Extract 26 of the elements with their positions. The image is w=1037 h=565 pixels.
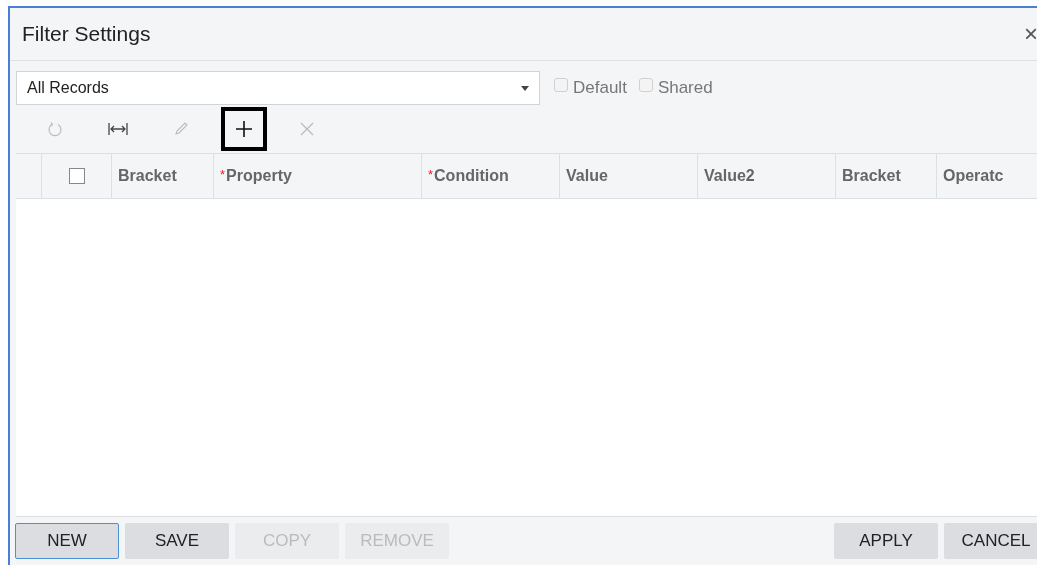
column-header[interactable]: *Condition <box>428 167 509 185</box>
fit-width-icon <box>108 121 128 137</box>
filter-dropdown[interactable]: All Records <box>16 71 540 105</box>
column-header[interactable]: Value2 <box>704 167 755 185</box>
required-mark: * <box>220 167 226 182</box>
checkbox-label: Default <box>573 78 627 98</box>
column-header[interactable]: Operatc <box>943 167 1004 185</box>
column-header[interactable]: Bracket <box>842 167 901 185</box>
footer-button[interactable]: CANCEL <box>944 523 1037 559</box>
required-mark: * <box>428 167 434 182</box>
footer-button[interactable]: SAVE <box>125 523 229 559</box>
pencil-icon <box>173 121 189 137</box>
close-button[interactable]: × <box>1022 20 1037 48</box>
refresh-icon <box>47 121 63 137</box>
checkbox-label: Shared <box>657 78 713 98</box>
column-header[interactable]: *Property <box>220 167 292 185</box>
footer-button[interactable]: NEW <box>15 523 119 559</box>
column-header[interactable]: Value <box>566 167 608 185</box>
window-title: Filter Settings <box>22 22 151 46</box>
close-icon <box>299 121 315 137</box>
select-all-checkbox[interactable] <box>68 168 85 184</box>
plus-icon <box>234 119 254 139</box>
caret-icon <box>521 85 529 91</box>
column-header[interactable]: Bracket <box>118 167 177 185</box>
add-button[interactable] <box>221 107 267 151</box>
footer-button[interactable]: APPLY <box>834 523 938 559</box>
